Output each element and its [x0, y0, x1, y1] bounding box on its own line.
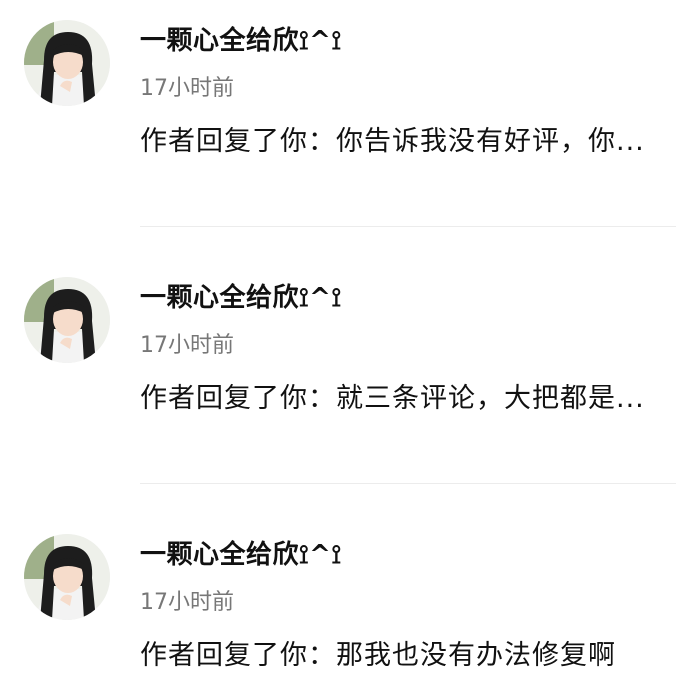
username[interactable]: 一颗心全给欣⟟^⟟: [140, 277, 342, 314]
timestamp: 17小时前: [140, 333, 234, 358]
avatar[interactable]: [24, 277, 110, 363]
avatar[interactable]: [24, 534, 110, 620]
username[interactable]: 一颗心全给欣⟟^⟟: [140, 20, 342, 57]
reply-preview[interactable]: 作者回复了你：就三条评论，大把都是...: [140, 381, 670, 417]
avatar-image: [24, 20, 110, 106]
avatar-image: [24, 277, 110, 363]
timestamp: 17小时前: [140, 590, 234, 615]
avatar[interactable]: [24, 20, 110, 106]
divider: [140, 483, 676, 484]
divider: [140, 226, 676, 227]
username[interactable]: 一颗心全给欣⟟^⟟: [140, 534, 342, 571]
avatar-image: [24, 534, 110, 620]
reply-preview[interactable]: 作者回复了你：你告诉我没有好评，你...: [140, 124, 670, 160]
reply-preview[interactable]: 作者回复了你：那我也没有办法修复啊: [140, 638, 670, 674]
timestamp: 17小时前: [140, 76, 234, 101]
